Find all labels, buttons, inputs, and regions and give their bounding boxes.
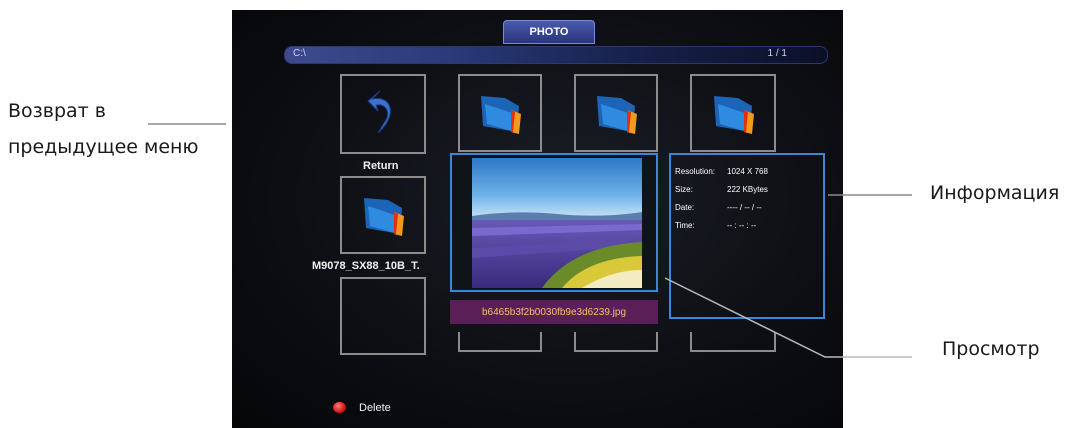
callout-lines [148,123,912,358]
line-preview [664,277,912,358]
